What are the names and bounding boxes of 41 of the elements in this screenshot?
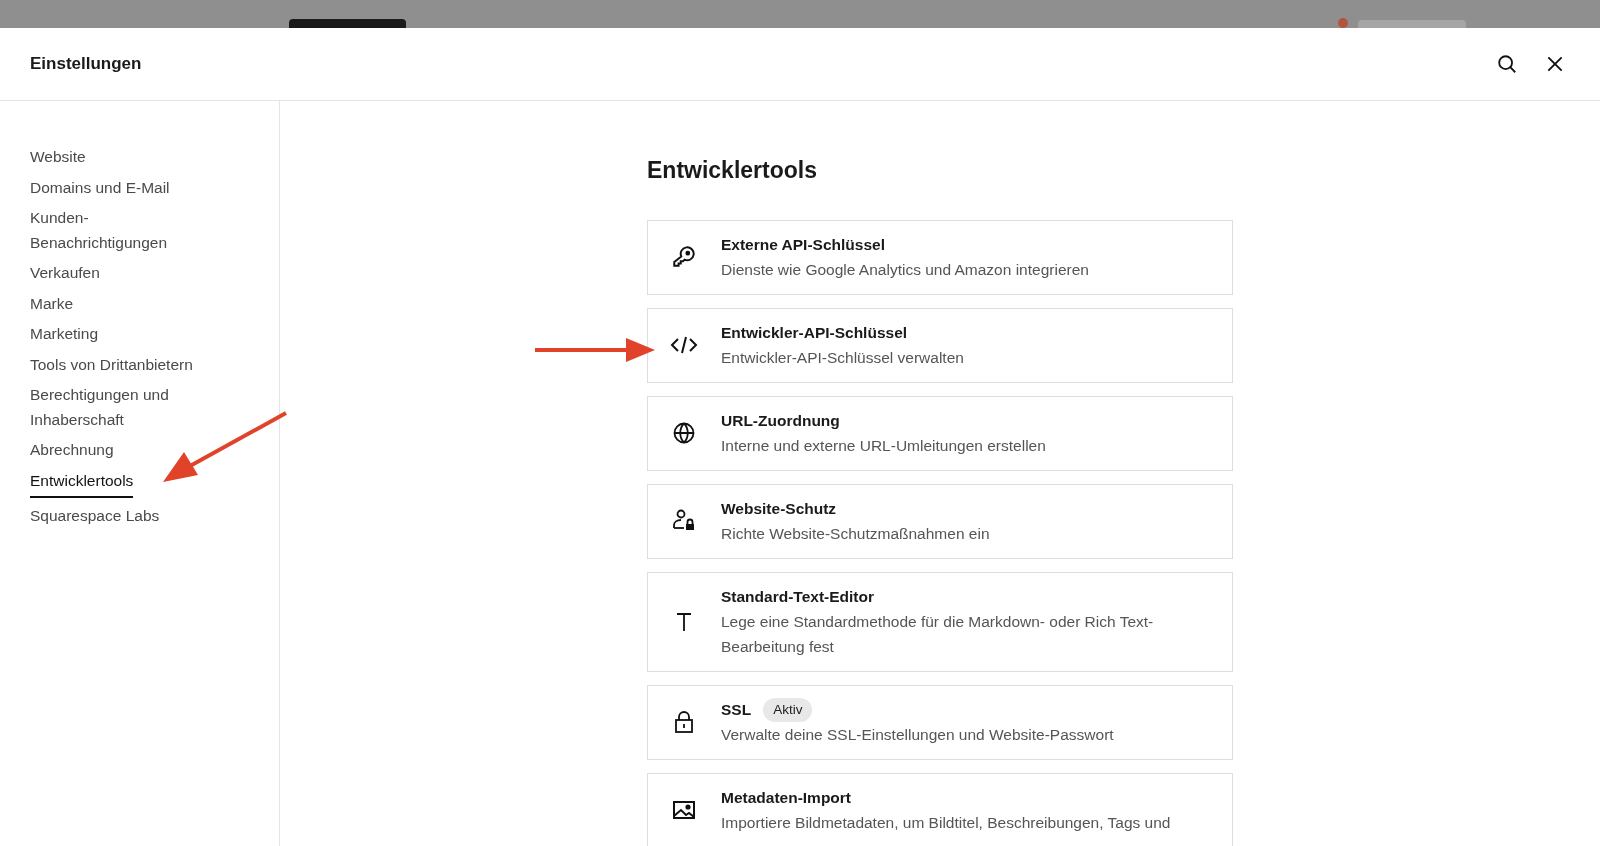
status-badge: Aktiv	[763, 697, 813, 722]
globe-icon	[672, 421, 696, 445]
sidebar-item[interactable]: Squarespace Labs	[30, 501, 160, 532]
text-icon	[674, 610, 694, 633]
settings-card[interactable]: Website-Schutz Richte Website-Schutzmaßnahmen ein	[647, 483, 1233, 559]
sidebar-item[interactable]: Marketing	[30, 319, 99, 350]
sidebar-item[interactable]: Tools von Drittanbietern	[30, 349, 193, 380]
settings-title: Einstellungen	[30, 53, 142, 76]
image-icon	[672, 799, 696, 821]
card-title: Entwickler-API-Schlüssel	[721, 322, 908, 343]
settings-card[interactable]: Externe API-Schlüssel Dienste wie Google Analytics und Amazon integrieren	[647, 219, 1233, 295]
card-description: Richte Website-Schutzmaßnahmen ein	[721, 523, 990, 544]
card-title: Metadaten-Import	[721, 787, 852, 808]
sidebar-item[interactable]: Abrechnung	[30, 435, 114, 466]
settings-card[interactable]: URL-Zuordnung Interne und externe URL-Umleitungen erstellen	[647, 395, 1233, 471]
card-title: Externe API-Schlüssel	[721, 234, 885, 255]
card-title: URL-Zuordnung	[721, 410, 840, 431]
code-icon	[670, 334, 698, 356]
sidebar-item[interactable]: Verkaufen	[30, 258, 100, 289]
sidebar-item[interactable]: Website	[30, 142, 86, 173]
card-description: Verwalte deine SSL-Einstellungen und Website-Passwort	[721, 724, 1114, 745]
card-description: Dienste wie Google Analytics und Amazon integrieren	[721, 259, 1089, 280]
card-title: SSL	[721, 699, 752, 720]
section-heading: Entwicklertools	[647, 156, 818, 185]
sidebar-item[interactable]: Berechtigungen und Inhaberschaft	[30, 380, 169, 435]
settings-card[interactable]: Metadaten-Import Importiere Bildmetadaten, um Bildtitel, Beschreibungen, Tags und	[647, 772, 1233, 846]
sidebar-item[interactable]: Marke	[30, 288, 74, 319]
card-description: Importiere Bildmetadaten, um Bildtitel, Beschreibungen, Tags und	[721, 812, 1171, 833]
card-description: Interne und externe URL-Umleitungen erstellen	[721, 435, 1046, 456]
sidebar-item[interactable]: Domains und E-Mail	[30, 172, 170, 203]
sidebar-item[interactable]: Kunden- Benachrichtigungen	[30, 203, 168, 258]
settings-card[interactable]: Entwickler-API-Schlüssel Entwickler-API-Schlüssel verwalten	[647, 307, 1233, 383]
key-icon	[671, 244, 697, 270]
settings-card[interactable]: Standard-Text-Editor Lege eine Standardmethode für die Markdown- oder Rich Text-Bearbeitung fest	[647, 571, 1233, 672]
card-description: Entwickler-API-Schlüssel verwalten	[721, 347, 964, 368]
lock-icon	[673, 709, 695, 735]
card-title: Standard-Text-Editor	[721, 586, 874, 607]
sidebar-item[interactable]: Entwicklertools	[30, 465, 134, 498]
card-description: Lege eine Standardmethode für die Markdown- oder Rich Text-Bearbeitung fest	[721, 611, 1155, 657]
settings-card[interactable]: SSL Aktiv Verwalte deine SSL-Einstellungen und Website-Passwort	[647, 684, 1233, 760]
card-title: Website-Schutz	[721, 498, 837, 519]
